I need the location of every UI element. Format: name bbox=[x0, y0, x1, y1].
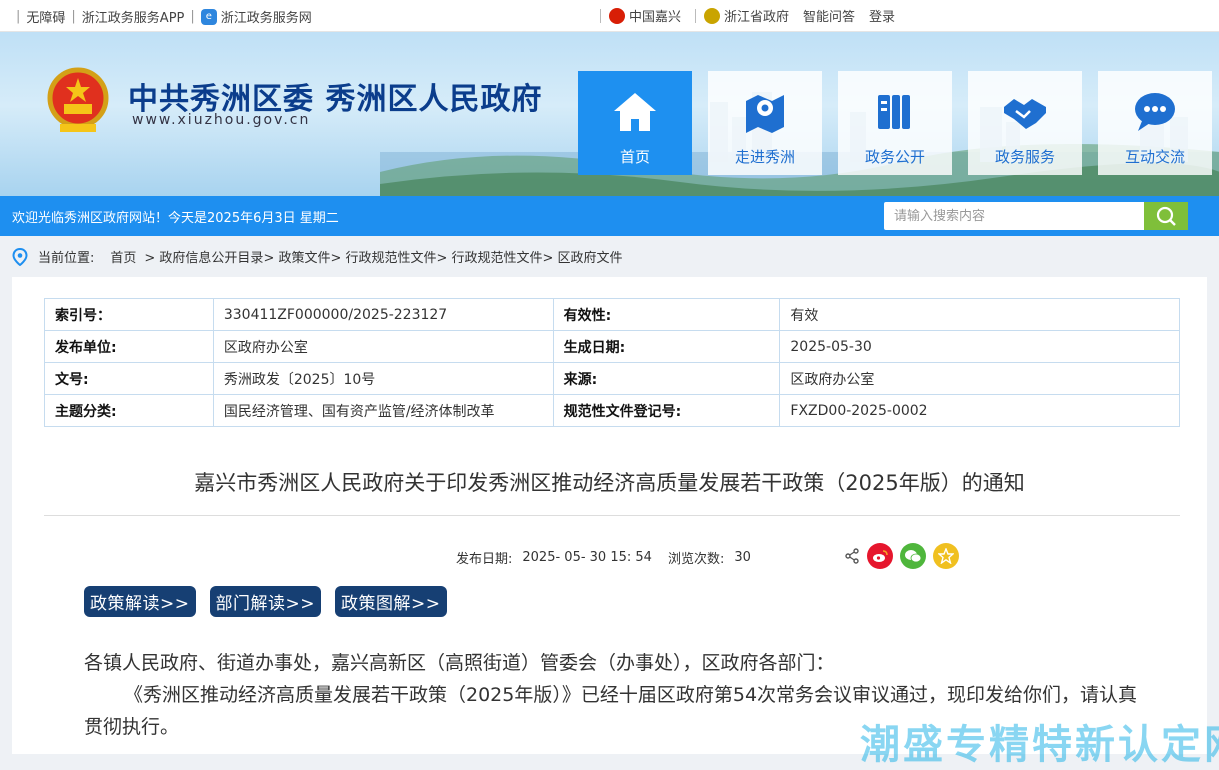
zj-gov-emblem-icon bbox=[704, 7, 721, 24]
breadcrumb-item[interactable]: > 行政规范性文件 bbox=[330, 247, 436, 266]
nav-label: 互动交流 bbox=[1124, 148, 1185, 166]
search-input[interactable] bbox=[884, 202, 1154, 230]
meta-value: 有效 bbox=[779, 298, 1180, 331]
content-panel: 索引号： 330411ZF000000/2025-223127 有效性: 有效 … bbox=[12, 277, 1207, 754]
meta-value: 330411ZF000000/2025-223127 bbox=[212, 298, 554, 331]
wechat-icon bbox=[905, 550, 922, 563]
welcome-bar: 欢迎光临秀洲区政府网站！今天是2025年6月3日 星期二 bbox=[0, 196, 1219, 236]
search-icon bbox=[1156, 206, 1176, 226]
search-box bbox=[884, 202, 1188, 230]
meta-value: 区政府办公室 bbox=[212, 330, 554, 363]
table-row: 主题分类: 国民经济管理、国有资产监管/经济体制改革 规范性文件登记号: FXZ… bbox=[44, 394, 1180, 427]
china-jiaxing-link[interactable]: 中国嘉兴 bbox=[629, 6, 681, 25]
nav-interaction[interactable]: 互动交流 bbox=[1098, 71, 1212, 175]
nav-label: 政务公开 bbox=[864, 148, 925, 166]
meta-key: 索引号： bbox=[44, 298, 214, 331]
meta-key: 主题分类: bbox=[44, 394, 214, 427]
department-interpretation-button[interactable]: 部门解读>> bbox=[209, 586, 321, 617]
china-jiaxing-icon bbox=[609, 7, 625, 24]
share-bar bbox=[844, 543, 959, 569]
wechat-share-icon[interactable] bbox=[900, 543, 926, 569]
document-icon bbox=[878, 95, 910, 129]
article-paragraph: 各镇人民政府、街道办事处，嘉兴高新区（高照街道）管委会（办事处），区政府各部门： bbox=[84, 652, 835, 674]
nav-label: 首页 bbox=[619, 148, 650, 166]
zj-app-link[interactable]: 浙江政务服务APP bbox=[82, 7, 185, 26]
zj-service-web-link[interactable]: 浙江政务服务网 bbox=[221, 7, 312, 26]
home-icon bbox=[614, 93, 656, 131]
handshake-icon bbox=[1004, 99, 1046, 129]
weibo-share-icon[interactable] bbox=[867, 543, 893, 569]
nav-gov-affairs-open[interactable]: 政务公开 bbox=[838, 71, 952, 175]
breadcrumb-item[interactable]: > 政府信息公开目录 bbox=[144, 247, 263, 266]
breadcrumb-label: 当前位置: bbox=[38, 251, 95, 266]
breadcrumb: 当前位置: 首页 > 政府信息公开目录 > 政策文件 > 行政规范性文件 > 行… bbox=[12, 247, 623, 266]
star-icon bbox=[938, 548, 954, 564]
watermark-text: 潮盛专精特新认定网 bbox=[860, 722, 1219, 768]
site-header: 中共秀洲区委 秀洲区人民政府 www.xiuzhou.gov.cn 首页 走进秀… bbox=[0, 32, 1219, 196]
map-pin-icon bbox=[746, 95, 784, 133]
views-label: 浏览次数: bbox=[667, 552, 725, 567]
document-metadata-table: 索引号： 330411ZF000000/2025-223127 有效性: 有效 … bbox=[44, 298, 1180, 427]
favorite-star-icon[interactable] bbox=[933, 543, 959, 569]
document-title: 嘉兴市秀洲区人民政府关于印发秀洲区推动经济高质量发展若干政策（2025年版）的通… bbox=[194, 471, 1025, 495]
zj-gov-link[interactable]: 浙江省政府 bbox=[724, 6, 789, 25]
breadcrumb-item[interactable]: > 区政府文件 bbox=[543, 247, 623, 266]
publish-date-label: 发布日期: bbox=[456, 552, 513, 567]
divider: | bbox=[190, 9, 195, 24]
chat-icon bbox=[1135, 93, 1175, 131]
table-row: 索引号： 330411ZF000000/2025-223127 有效性: 有效 bbox=[44, 298, 1180, 331]
nav-about-xiuzhou[interactable]: 走进秀洲 bbox=[708, 71, 822, 175]
publish-date: 2025- 05- 30 15: 54 bbox=[522, 550, 652, 565]
divider bbox=[695, 8, 697, 23]
policy-graphic-button[interactable]: 政策图解>> bbox=[335, 586, 447, 617]
share-icon[interactable] bbox=[844, 548, 860, 564]
meta-key: 有效性: bbox=[552, 298, 781, 331]
weibo-icon bbox=[873, 550, 888, 562]
meta-value: 2025-05-30 bbox=[779, 330, 1180, 363]
top-utility-bar: | 无障碍 | 浙江政务服务APP | e 浙江政务服务网 中国嘉兴 浙江省政府… bbox=[0, 0, 1219, 32]
nav-label: 走进秀洲 bbox=[734, 148, 795, 166]
divider: | bbox=[16, 9, 21, 24]
smart-qa-link[interactable]: 智能问答 bbox=[803, 6, 855, 25]
accessibility-link[interactable]: 无障碍 bbox=[26, 7, 65, 26]
site-url: www.xiuzhou.gov.cn bbox=[132, 112, 311, 128]
policy-interpretation-button[interactable]: 政策解读>> bbox=[84, 586, 196, 617]
publish-info: 发布日期: 2025- 05- 30 15: 54 浏览次数: 30 bbox=[456, 548, 751, 567]
nav-home[interactable]: 首页 bbox=[578, 71, 692, 175]
national-emblem-icon bbox=[47, 67, 109, 132]
table-row: 文号: 秀洲政发〔2025〕10号 来源: 区政府办公室 bbox=[44, 362, 1180, 395]
meta-key: 规范性文件登记号: bbox=[552, 394, 781, 427]
meta-value: FXZD00-2025-0002 bbox=[779, 394, 1180, 427]
meta-value: 秀洲政发〔2025〕10号 bbox=[212, 362, 554, 395]
divider bbox=[44, 515, 1180, 516]
welcome-message: 欢迎光临秀洲区政府网站！今天是2025年6月3日 星期二 bbox=[12, 211, 339, 226]
meta-key: 生成日期: bbox=[552, 330, 781, 363]
meta-value: 区政府办公室 bbox=[779, 362, 1180, 395]
meta-key: 发布单位: bbox=[44, 330, 214, 363]
table-row: 发布单位: 区政府办公室 生成日期: 2025-05-30 bbox=[44, 330, 1180, 363]
divider bbox=[600, 8, 601, 23]
meta-key: 文号: bbox=[44, 362, 214, 395]
zj-service-icon: e bbox=[200, 8, 217, 25]
breadcrumb-item[interactable]: > 行政规范性文件 bbox=[437, 247, 543, 266]
views-count: 30 bbox=[734, 550, 751, 565]
location-pin-icon bbox=[12, 247, 28, 266]
nav-label: 政务服务 bbox=[994, 148, 1055, 166]
login-link[interactable]: 登录 bbox=[869, 6, 895, 25]
nav-gov-services[interactable]: 政务服务 bbox=[968, 71, 1082, 175]
interpretation-tags: 政策解读>> 部门解读>> 政策图解>> bbox=[84, 586, 461, 617]
divider: | bbox=[71, 9, 76, 24]
breadcrumb-item[interactable]: > 政策文件 bbox=[263, 247, 330, 266]
search-button[interactable] bbox=[1144, 202, 1188, 230]
meta-key: 来源: bbox=[552, 362, 781, 395]
meta-value: 国民经济管理、国有资产监管/经济体制改革 bbox=[212, 394, 554, 427]
breadcrumb-item[interactable]: 首页 bbox=[110, 247, 136, 266]
